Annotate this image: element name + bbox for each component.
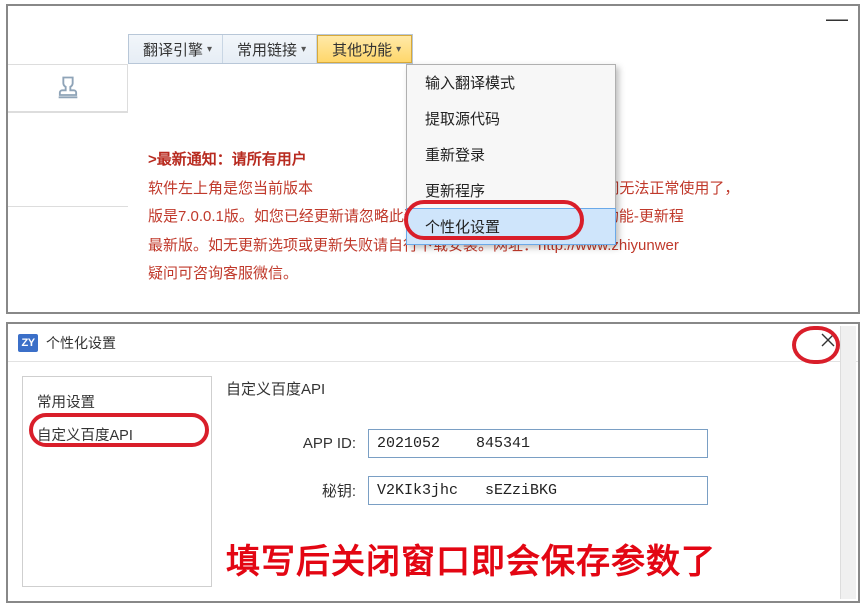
- divider: [8, 112, 128, 113]
- menu-label: 常用链接: [237, 39, 297, 60]
- menu-translation-engine[interactable]: 翻译引擎 ▾: [129, 35, 223, 63]
- close-icon: [820, 332, 836, 348]
- caret-down-icon: ▾: [207, 44, 212, 55]
- dropdown-item-input-mode[interactable]: 输入翻译模式: [407, 65, 615, 101]
- app-logo-icon: ZY: [18, 334, 38, 352]
- dropdown-item-relogin[interactable]: 重新登录: [407, 137, 615, 173]
- appid-label: APP ID:: [276, 435, 356, 452]
- form-area: 自定义百度API APP ID: 秘钥: 填写后关闭窗口即会保存参数了: [226, 376, 832, 587]
- toolbar-left-section: [8, 64, 128, 112]
- menu-bar: 翻译引擎 ▾ 常用链接 ▾ 其他功能 ▾: [128, 34, 413, 64]
- caret-down-icon: ▾: [396, 44, 401, 55]
- dropdown-item-personalization[interactable]: 个性化设置: [406, 208, 616, 245]
- scrollbar[interactable]: [840, 326, 856, 599]
- appid-input[interactable]: [368, 429, 708, 458]
- dropdown-item-update[interactable]: 更新程序: [407, 173, 615, 209]
- minimize-icon[interactable]: —: [826, 8, 848, 30]
- sidebar-item-baidu-api[interactable]: 自定义百度API: [23, 418, 211, 451]
- dialog-titlebar: ZY 个性化设置: [8, 324, 858, 362]
- personalization-dialog: ZY 个性化设置 常用设置 自定义百度API 自定义百度API APP ID: …: [6, 322, 860, 603]
- settings-sidebar: 常用设置 自定义百度API: [22, 376, 212, 587]
- divider: [8, 206, 128, 207]
- sidebar-item-common[interactable]: 常用设置: [23, 385, 211, 418]
- notice-title: >最新通知：请所有用户: [148, 151, 307, 168]
- caret-down-icon: ▾: [301, 44, 306, 55]
- secret-input[interactable]: [368, 476, 708, 505]
- menu-common-links[interactable]: 常用链接 ▾: [223, 35, 317, 63]
- instruction-note: 填写后关闭窗口即会保存参数了: [226, 534, 832, 583]
- menu-label: 翻译引擎: [143, 39, 203, 60]
- notice-text: 疑问可咨询客服微信。: [148, 260, 848, 289]
- main-app-window: — 翻译引擎 ▾ 常用链接 ▾ 其他功能 ▾ 输入翻译模式 提取源代码 重新登录…: [6, 4, 860, 314]
- form-row-appid: APP ID:: [276, 429, 832, 458]
- stamp-icon[interactable]: [54, 74, 82, 102]
- dialog-body: 常用设置 自定义百度API 自定义百度API APP ID: 秘钥: 填写后关闭…: [8, 362, 858, 601]
- menu-label: 其他功能: [332, 39, 392, 60]
- menu-other-functions[interactable]: 其他功能 ▾: [317, 35, 412, 63]
- other-functions-dropdown: 输入翻译模式 提取源代码 重新登录 更新程序 个性化设置: [406, 64, 616, 245]
- form-row-secret: 秘钥:: [276, 476, 832, 505]
- dialog-title: 个性化设置: [46, 333, 116, 353]
- notice-text: 软件左上角是您当前版本: [148, 180, 313, 197]
- form-section-title: 自定义百度API: [226, 378, 832, 399]
- secret-label: 秘钥:: [276, 480, 356, 501]
- dropdown-item-extract-source[interactable]: 提取源代码: [407, 101, 615, 137]
